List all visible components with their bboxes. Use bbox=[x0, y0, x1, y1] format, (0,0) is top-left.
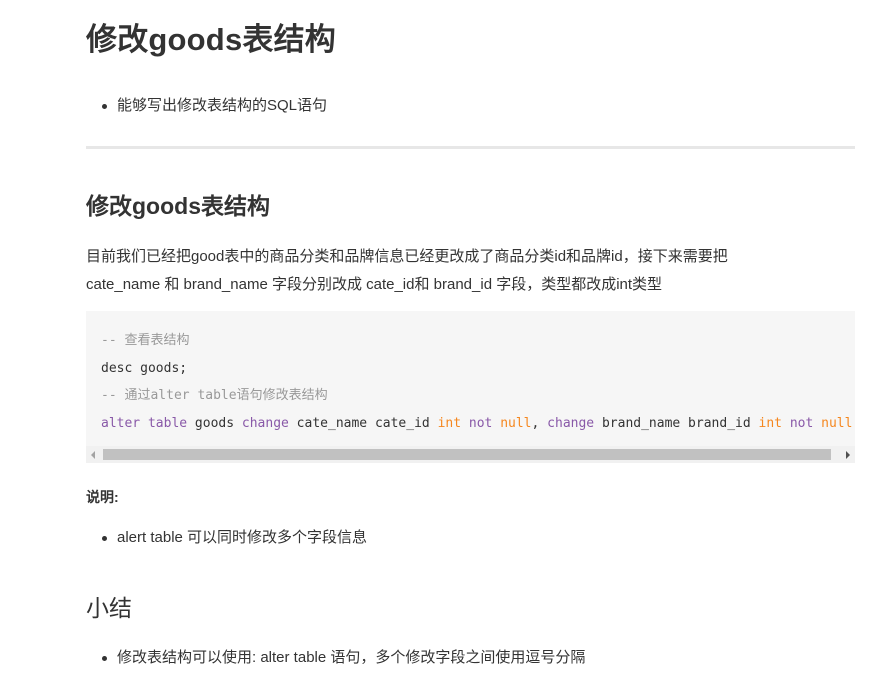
code-text: goods bbox=[187, 415, 242, 431]
note-label: 说明: bbox=[86, 489, 119, 505]
summary-list: 修改表结构可以使用: alter table 语句，多个修改字段之间使用逗号分隔 bbox=[86, 647, 585, 669]
code-comment: -- 查看表结构 bbox=[101, 333, 190, 348]
scroll-thumb[interactable] bbox=[103, 449, 831, 460]
list-item: alert table 可以同时修改多个字段信息 bbox=[86, 527, 367, 549]
code-keyword: not bbox=[789, 415, 814, 431]
section-heading: 修改goods表结构 bbox=[86, 193, 270, 219]
paragraph-line: cate_name 和 brand_name 字段分别改成 cate_id和 b… bbox=[86, 276, 663, 293]
code-keyword: change bbox=[547, 415, 595, 431]
code-line: desc goods; bbox=[101, 360, 188, 376]
code-comment: -- 通过alter table语句修改表结构 bbox=[101, 388, 328, 403]
code-text: cate_name cate_id bbox=[288, 415, 438, 431]
goals-list: 能够写出修改表结构的SQL语句 bbox=[86, 95, 327, 117]
code-text: brand_name brand_id bbox=[594, 415, 759, 431]
code-keyword: alter table bbox=[101, 415, 188, 431]
scroll-left-icon[interactable] bbox=[91, 451, 95, 459]
code-type: int bbox=[437, 415, 462, 431]
code-keyword: not bbox=[468, 415, 493, 431]
code-content: -- 查看表结构 desc goods; -- 通过alter table语句修… bbox=[86, 311, 855, 437]
paragraph-line: 目前我们已经把good表中的商品分类和品牌信息已经更改成了商品分类id和品牌id… bbox=[86, 248, 728, 265]
code-text: ; bbox=[852, 416, 855, 431]
code-keyword: change bbox=[241, 415, 289, 431]
notes-list: alert table 可以同时修改多个字段信息 bbox=[86, 527, 367, 549]
code-type: int bbox=[758, 415, 782, 431]
page-title: 修改goods表结构 bbox=[86, 22, 336, 57]
code-text: , bbox=[531, 415, 548, 431]
code-type: null bbox=[821, 415, 853, 431]
scroll-right-icon[interactable] bbox=[846, 451, 850, 459]
code-type: null bbox=[500, 415, 532, 431]
list-item: 能够写出修改表结构的SQL语句 bbox=[86, 95, 327, 117]
divider bbox=[86, 146, 855, 149]
list-item: 修改表结构可以使用: alter table 语句，多个修改字段之间使用逗号分隔 bbox=[86, 647, 585, 669]
code-block[interactable]: -- 查看表结构 desc goods; -- 通过alter table语句修… bbox=[86, 311, 855, 463]
section-paragraph: 目前我们已经把good表中的商品分类和品牌信息已经更改成了商品分类id和品牌id… bbox=[86, 243, 786, 299]
summary-heading: 小结 bbox=[86, 595, 132, 621]
horizontal-scrollbar[interactable] bbox=[86, 446, 855, 463]
